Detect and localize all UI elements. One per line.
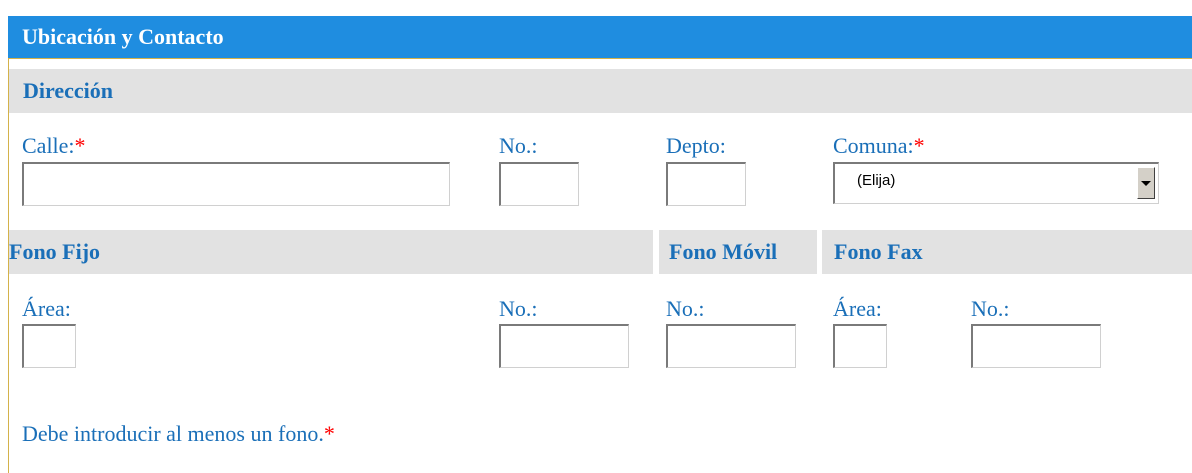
fax-area-input[interactable] — [833, 324, 887, 368]
fax-area-label: Área: — [833, 296, 882, 321]
movil-no-input[interactable] — [666, 324, 796, 368]
comuna-selected-value: (Elija) — [857, 172, 896, 189]
chevron-down-icon — [1141, 181, 1151, 186]
depto-input[interactable] — [666, 162, 746, 206]
fono-fijo-title: Fono Fijo — [9, 239, 101, 264]
fono-movil-title: Fono Móvil — [669, 239, 778, 264]
direccion-no-label: No.: — [499, 133, 538, 158]
required-marker: * — [74, 133, 86, 158]
frame-top-border — [8, 58, 1192, 59]
fono-fijo-section: Fono Fijo — [9, 230, 653, 274]
fono-movil-section: Fono Móvil — [659, 230, 817, 274]
direccion-title: Dirección — [23, 78, 114, 103]
fono-fax-section: Fono Fax — [822, 230, 1192, 274]
calle-input[interactable] — [22, 162, 450, 206]
fax-no-input[interactable] — [971, 324, 1101, 368]
fax-no-label: No.: — [971, 296, 1010, 321]
direccion-section: Dirección — [9, 69, 1192, 113]
dropdown-button[interactable] — [1137, 167, 1155, 199]
section-header: Ubicación y Contacto — [8, 16, 1192, 58]
comuna-label: Comuna:* — [833, 133, 925, 158]
fijo-area-label: Área: — [22, 296, 71, 321]
depto-label: Depto: — [666, 133, 726, 158]
section-title: Ubicación y Contacto — [22, 24, 224, 49]
fijo-area-input[interactable] — [22, 324, 76, 368]
required-marker: * — [913, 133, 925, 158]
movil-no-label: No.: — [666, 296, 705, 321]
fijo-no-label: No.: — [499, 296, 538, 321]
fijo-no-input[interactable] — [499, 324, 629, 368]
calle-label: Calle:* — [22, 133, 86, 158]
fono-fax-title: Fono Fax — [834, 239, 923, 264]
phone-required-note: Debe introducir al menos un fono.* — [22, 421, 335, 446]
required-marker: * — [323, 421, 335, 446]
direccion-no-input[interactable] — [499, 162, 579, 206]
comuna-select[interactable]: (Elija) — [833, 162, 1159, 204]
